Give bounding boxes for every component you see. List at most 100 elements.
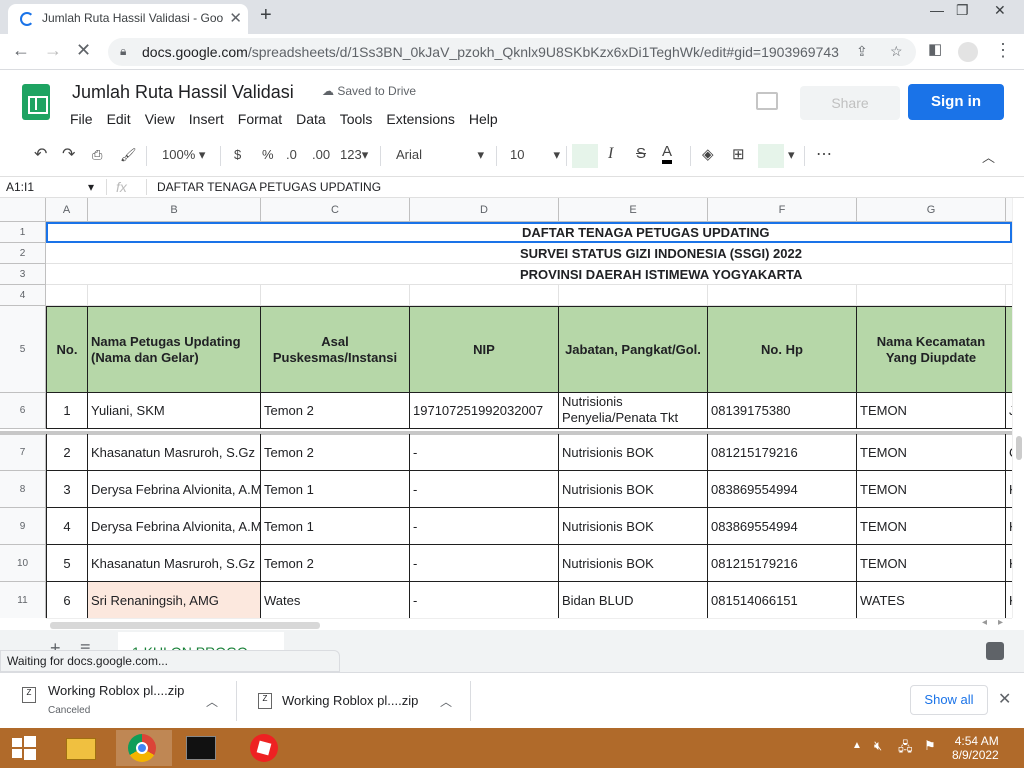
windows-start-icon[interactable] [4, 730, 60, 766]
menu-tools[interactable]: Tools [340, 111, 373, 127]
title-cell-row-3[interactable]: PROVINSI DAERAH ISTIMEWA YOGYAKARTA [46, 264, 1012, 285]
table-cell[interactable]: Temon 2 [261, 545, 410, 582]
scroll-right-icon[interactable]: ▸ [998, 617, 1003, 628]
table-cell[interactable]: TEMON [857, 508, 1006, 545]
scroll-thumb[interactable] [1016, 436, 1022, 460]
header-cell-no[interactable]: No. [46, 306, 88, 393]
table-cell[interactable]: Bidan BLUD [559, 582, 708, 618]
column-header-b[interactable]: B [88, 198, 261, 222]
table-cell[interactable]: Wates [261, 582, 410, 618]
show-all-button[interactable]: Show all [910, 685, 988, 715]
download-item[interactable]: Z Working Roblox pl....zip Canceled ︿ [0, 673, 236, 729]
table-cell[interactable]: WATES [857, 582, 1006, 618]
cell[interactable] [708, 285, 857, 306]
row-header-7[interactable]: 7 [0, 434, 46, 471]
table-cell[interactable]: - [410, 471, 559, 508]
table-cell[interactable]: - [410, 434, 559, 471]
column-header-d[interactable]: D [410, 198, 559, 222]
table-cell[interactable]: Khasanatun Masruroh, S.Gz [88, 434, 261, 471]
print-icon[interactable]: ⎙ [92, 147, 102, 163]
row-header-1[interactable]: 1 [0, 222, 46, 243]
menu-edit[interactable]: Edit [107, 111, 131, 127]
table-cell[interactable]: 6 [46, 582, 88, 618]
menu-insert[interactable]: Insert [189, 111, 224, 127]
menu-extensions[interactable]: Extensions [386, 111, 454, 127]
address-bar[interactable]: 🔒︎ docs.google.com/spreadsheets/d/1Ss3BN… [108, 38, 916, 66]
table-cell[interactable]: Khasanatun Masruroh, S.Gz [88, 545, 261, 582]
row-header-11[interactable]: 11 [0, 582, 46, 618]
currency-format-button[interactable]: $ [234, 147, 241, 162]
network-icon[interactable]: 🖧 [898, 738, 913, 760]
more-toolbar-button[interactable]: ⋯ [816, 144, 832, 164]
cell[interactable] [559, 285, 708, 306]
borders-icon[interactable]: ⊞ [732, 145, 745, 163]
table-cell[interactable]: Temon 1 [261, 471, 410, 508]
table-cell[interactable]: 4 [46, 508, 88, 545]
table-cell[interactable]: Nutrisionis BOK [559, 545, 708, 582]
command-prompt-icon[interactable] [176, 730, 232, 766]
scroll-left-icon[interactable]: ◂ [982, 617, 987, 628]
bookmark-star-icon[interactable]: ☆ [890, 43, 903, 60]
chevron-up-icon[interactable]: ︿ [206, 693, 218, 710]
table-cell[interactable]: 2 [46, 434, 88, 471]
back-icon[interactable]: ← [12, 40, 30, 61]
roblox-icon[interactable] [240, 730, 296, 766]
chrome-icon[interactable] [116, 730, 172, 766]
table-cell[interactable]: Nutrisionis Penyelia/Penata Tkt [559, 393, 708, 429]
increase-decimal-button[interactable]: .00 [312, 147, 330, 162]
row-header-9[interactable]: 9 [0, 508, 46, 545]
menu-file[interactable]: File [70, 111, 93, 127]
table-cell[interactable]: Temon 2 [261, 393, 410, 429]
merge-dropdown-icon[interactable]: ▾ [788, 147, 795, 163]
row-header-4[interactable]: 4 [0, 285, 46, 306]
table-cell[interactable]: 5 [46, 545, 88, 582]
table-cell[interactable]: 081215179216 [708, 434, 857, 471]
window-close-icon[interactable]: ✕ [994, 2, 1006, 19]
table-cell[interactable]: - [410, 545, 559, 582]
column-header-e[interactable]: E [559, 198, 708, 222]
menu-data[interactable]: Data [296, 111, 326, 127]
menu-help[interactable]: Help [469, 111, 498, 127]
table-cell[interactable]: TEMON [857, 434, 1006, 471]
minimize-icon[interactable]: — [930, 2, 944, 18]
table-cell[interactable]: Derysa Febrina Alvionita, A.M [88, 508, 261, 545]
row-header-8[interactable]: 8 [0, 471, 46, 508]
header-cell-nip[interactable]: NIP [410, 306, 559, 393]
table-cell[interactable]: 08139175380 [708, 393, 857, 429]
more-formats-select[interactable]: 123▾ [340, 147, 368, 163]
table-cell[interactable]: Derysa Febrina Alvionita, A.M [88, 471, 261, 508]
table-cell[interactable]: 081514066151 [708, 582, 857, 618]
row-header-2[interactable]: 2 [0, 243, 46, 264]
forward-icon[interactable]: → [44, 40, 62, 61]
table-cell[interactable]: 081215179216 [708, 545, 857, 582]
cell[interactable] [261, 285, 410, 306]
header-cell-jabatan[interactable]: Jabatan, Pangkat/Gol. [559, 306, 708, 393]
select-all-corner[interactable] [0, 198, 46, 222]
table-cell[interactable]: TEMON [857, 393, 1006, 429]
text-color-button[interactable]: A [662, 144, 673, 164]
profile-avatar[interactable] [958, 42, 978, 62]
column-header-g[interactable]: G [857, 198, 1006, 222]
header-cell-asal[interactable]: Asal Puskesmas/Instansi [261, 306, 410, 393]
stop-icon[interactable]: ✕ [76, 40, 91, 61]
explore-icon[interactable] [986, 642, 1004, 660]
menu-view[interactable]: View [145, 111, 175, 127]
cell[interactable] [857, 285, 1006, 306]
scroll-thumb[interactable] [50, 622, 320, 629]
header-cell-kecamatan[interactable]: Nama Kecamatan Yang Diupdate [857, 306, 1006, 393]
decrease-decimal-button[interactable]: .0 [286, 147, 297, 162]
table-cell[interactable]: 3 [46, 471, 88, 508]
zoom-select[interactable]: 100% ▾ [162, 147, 205, 163]
collapse-menu-icon[interactable]: ︿ [982, 147, 995, 166]
table-cell[interactable]: TEMON [857, 545, 1006, 582]
paint-format-icon[interactable]: 🖌︎ [120, 147, 137, 163]
comment-history-icon[interactable] [756, 92, 778, 110]
header-cell-no-hp[interactable]: No. Hp [708, 306, 857, 393]
browser-tab[interactable]: Jumlah Ruta Hassil Validasi - Goo ✕ [8, 4, 248, 34]
italic-button[interactable]: I [608, 145, 613, 163]
column-header-f[interactable]: F [708, 198, 857, 222]
table-cell[interactable]: Temon 1 [261, 508, 410, 545]
column-header-c[interactable]: C [261, 198, 410, 222]
column-header-a[interactable]: A [46, 198, 88, 222]
vertical-scrollbar[interactable] [1012, 198, 1024, 618]
